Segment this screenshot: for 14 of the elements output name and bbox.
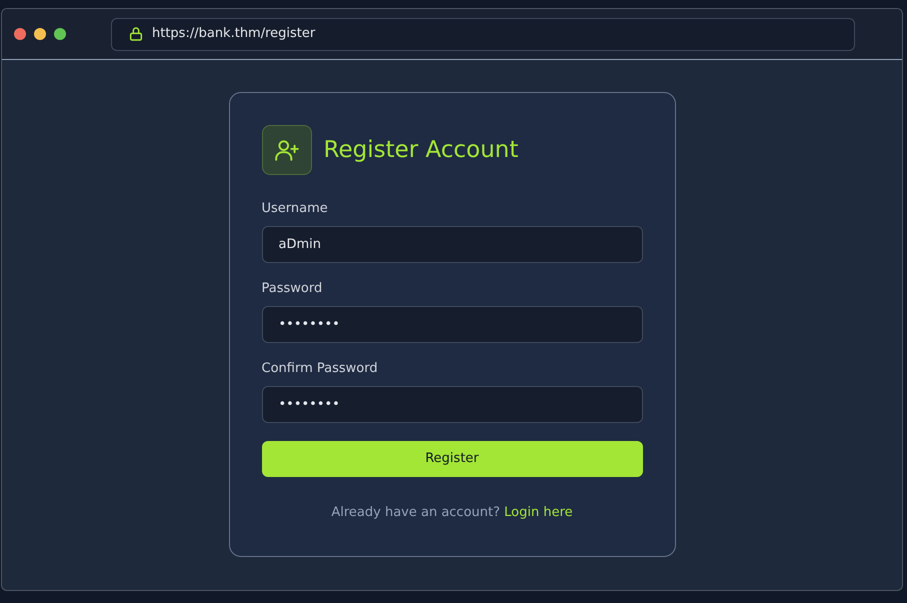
form-title: Register Account [324,136,518,165]
url-text: https://bank.thm/register [152,25,316,44]
input-field[interactable]: aDmin [262,226,642,263]
lock-icon [128,26,144,42]
login-link[interactable]: Login here [504,505,573,520]
field-label: Confirm Password [262,361,379,377]
register-button[interactable]: Register [262,441,642,477]
input-field[interactable]: •••••••• [262,386,642,423]
input-field[interactable]: •••••••• [262,306,642,343]
user-add-icon [262,125,312,175]
field-label: Username [262,201,329,217]
field-label: Password [262,281,324,297]
address-bar[interactable]: https://bank.thm/register [111,18,855,50]
login-prompt: Already have an account? Login here [330,504,574,522]
